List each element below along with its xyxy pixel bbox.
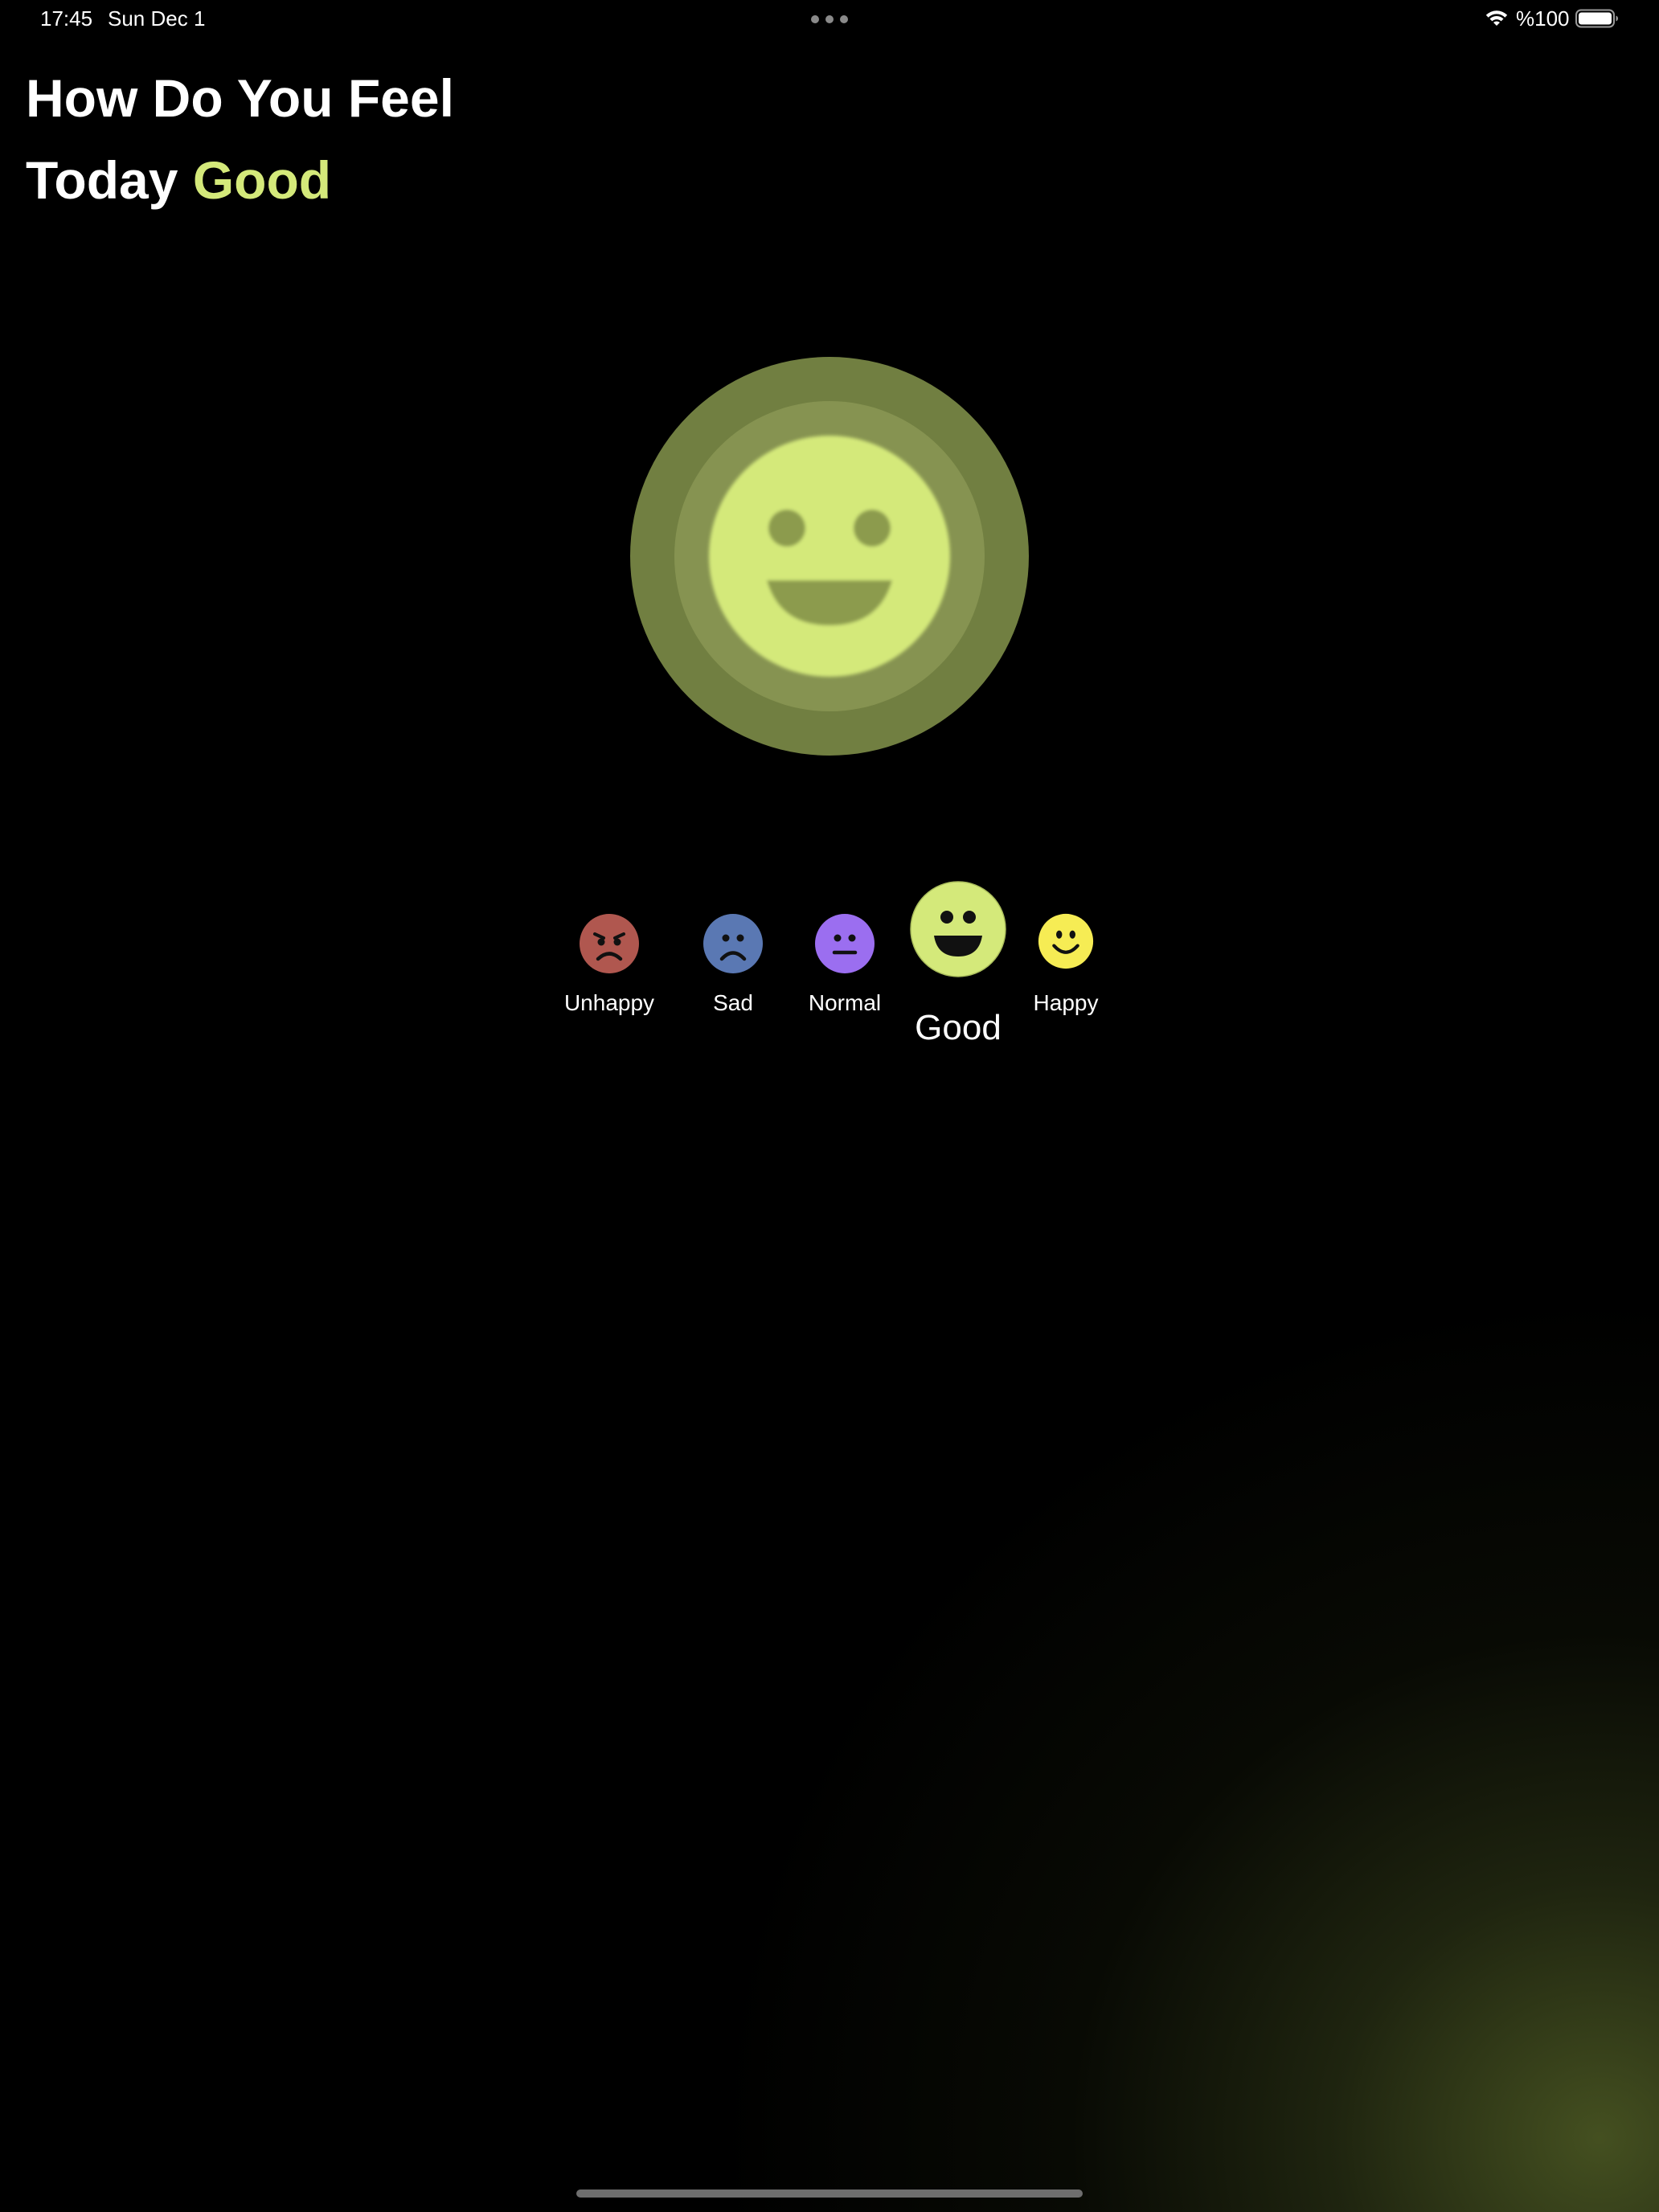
battery-icon bbox=[1575, 9, 1618, 28]
wifi-icon bbox=[1485, 10, 1508, 26]
neutral-face-icon bbox=[815, 914, 875, 973]
status-time: 17:45 bbox=[40, 6, 93, 31]
mood-label-unhappy: Unhappy bbox=[563, 990, 655, 1015]
mood-option-good[interactable]: Good bbox=[902, 876, 1014, 1053]
mood-option-unhappy[interactable]: Unhappy bbox=[563, 908, 656, 1021]
multitasking-menu-icon[interactable] bbox=[811, 15, 848, 23]
battery-percent: %100 bbox=[1516, 6, 1570, 31]
selected-mood-face-icon bbox=[630, 357, 1029, 756]
frowning-face-icon bbox=[703, 914, 763, 973]
mood-label-sad: Sad bbox=[713, 990, 753, 1015]
title-today: Today bbox=[26, 150, 178, 210]
page-subtitle: Today Good bbox=[26, 146, 331, 214]
page-title: How Do You Feel bbox=[26, 68, 454, 128]
smiling-face-icon bbox=[1038, 913, 1094, 969]
status-date: Sun Dec 1 bbox=[108, 6, 206, 31]
mood-label-good: Good bbox=[915, 1008, 1002, 1047]
mood-picker: Unhappy Sad Normal Good Happy bbox=[0, 0, 1659, 2212]
mood-screen: 17:45 Sun Dec 1 %100 How Do You Feel Tod… bbox=[0, 0, 1659, 2212]
mood-option-happy[interactable]: Happy bbox=[1026, 908, 1106, 1021]
mood-label-happy: Happy bbox=[1033, 990, 1099, 1015]
mood-label-normal: Normal bbox=[808, 990, 882, 1015]
grinning-face-icon bbox=[910, 881, 1006, 977]
status-bar: 17:45 Sun Dec 1 %100 bbox=[0, 0, 1659, 39]
angry-face-icon bbox=[580, 914, 639, 973]
selected-mood-title: Good bbox=[192, 150, 332, 210]
mood-option-normal[interactable]: Normal bbox=[805, 908, 885, 1021]
home-indicator[interactable] bbox=[576, 2189, 1083, 2198]
mood-option-sad[interactable]: Sad bbox=[693, 908, 773, 1021]
